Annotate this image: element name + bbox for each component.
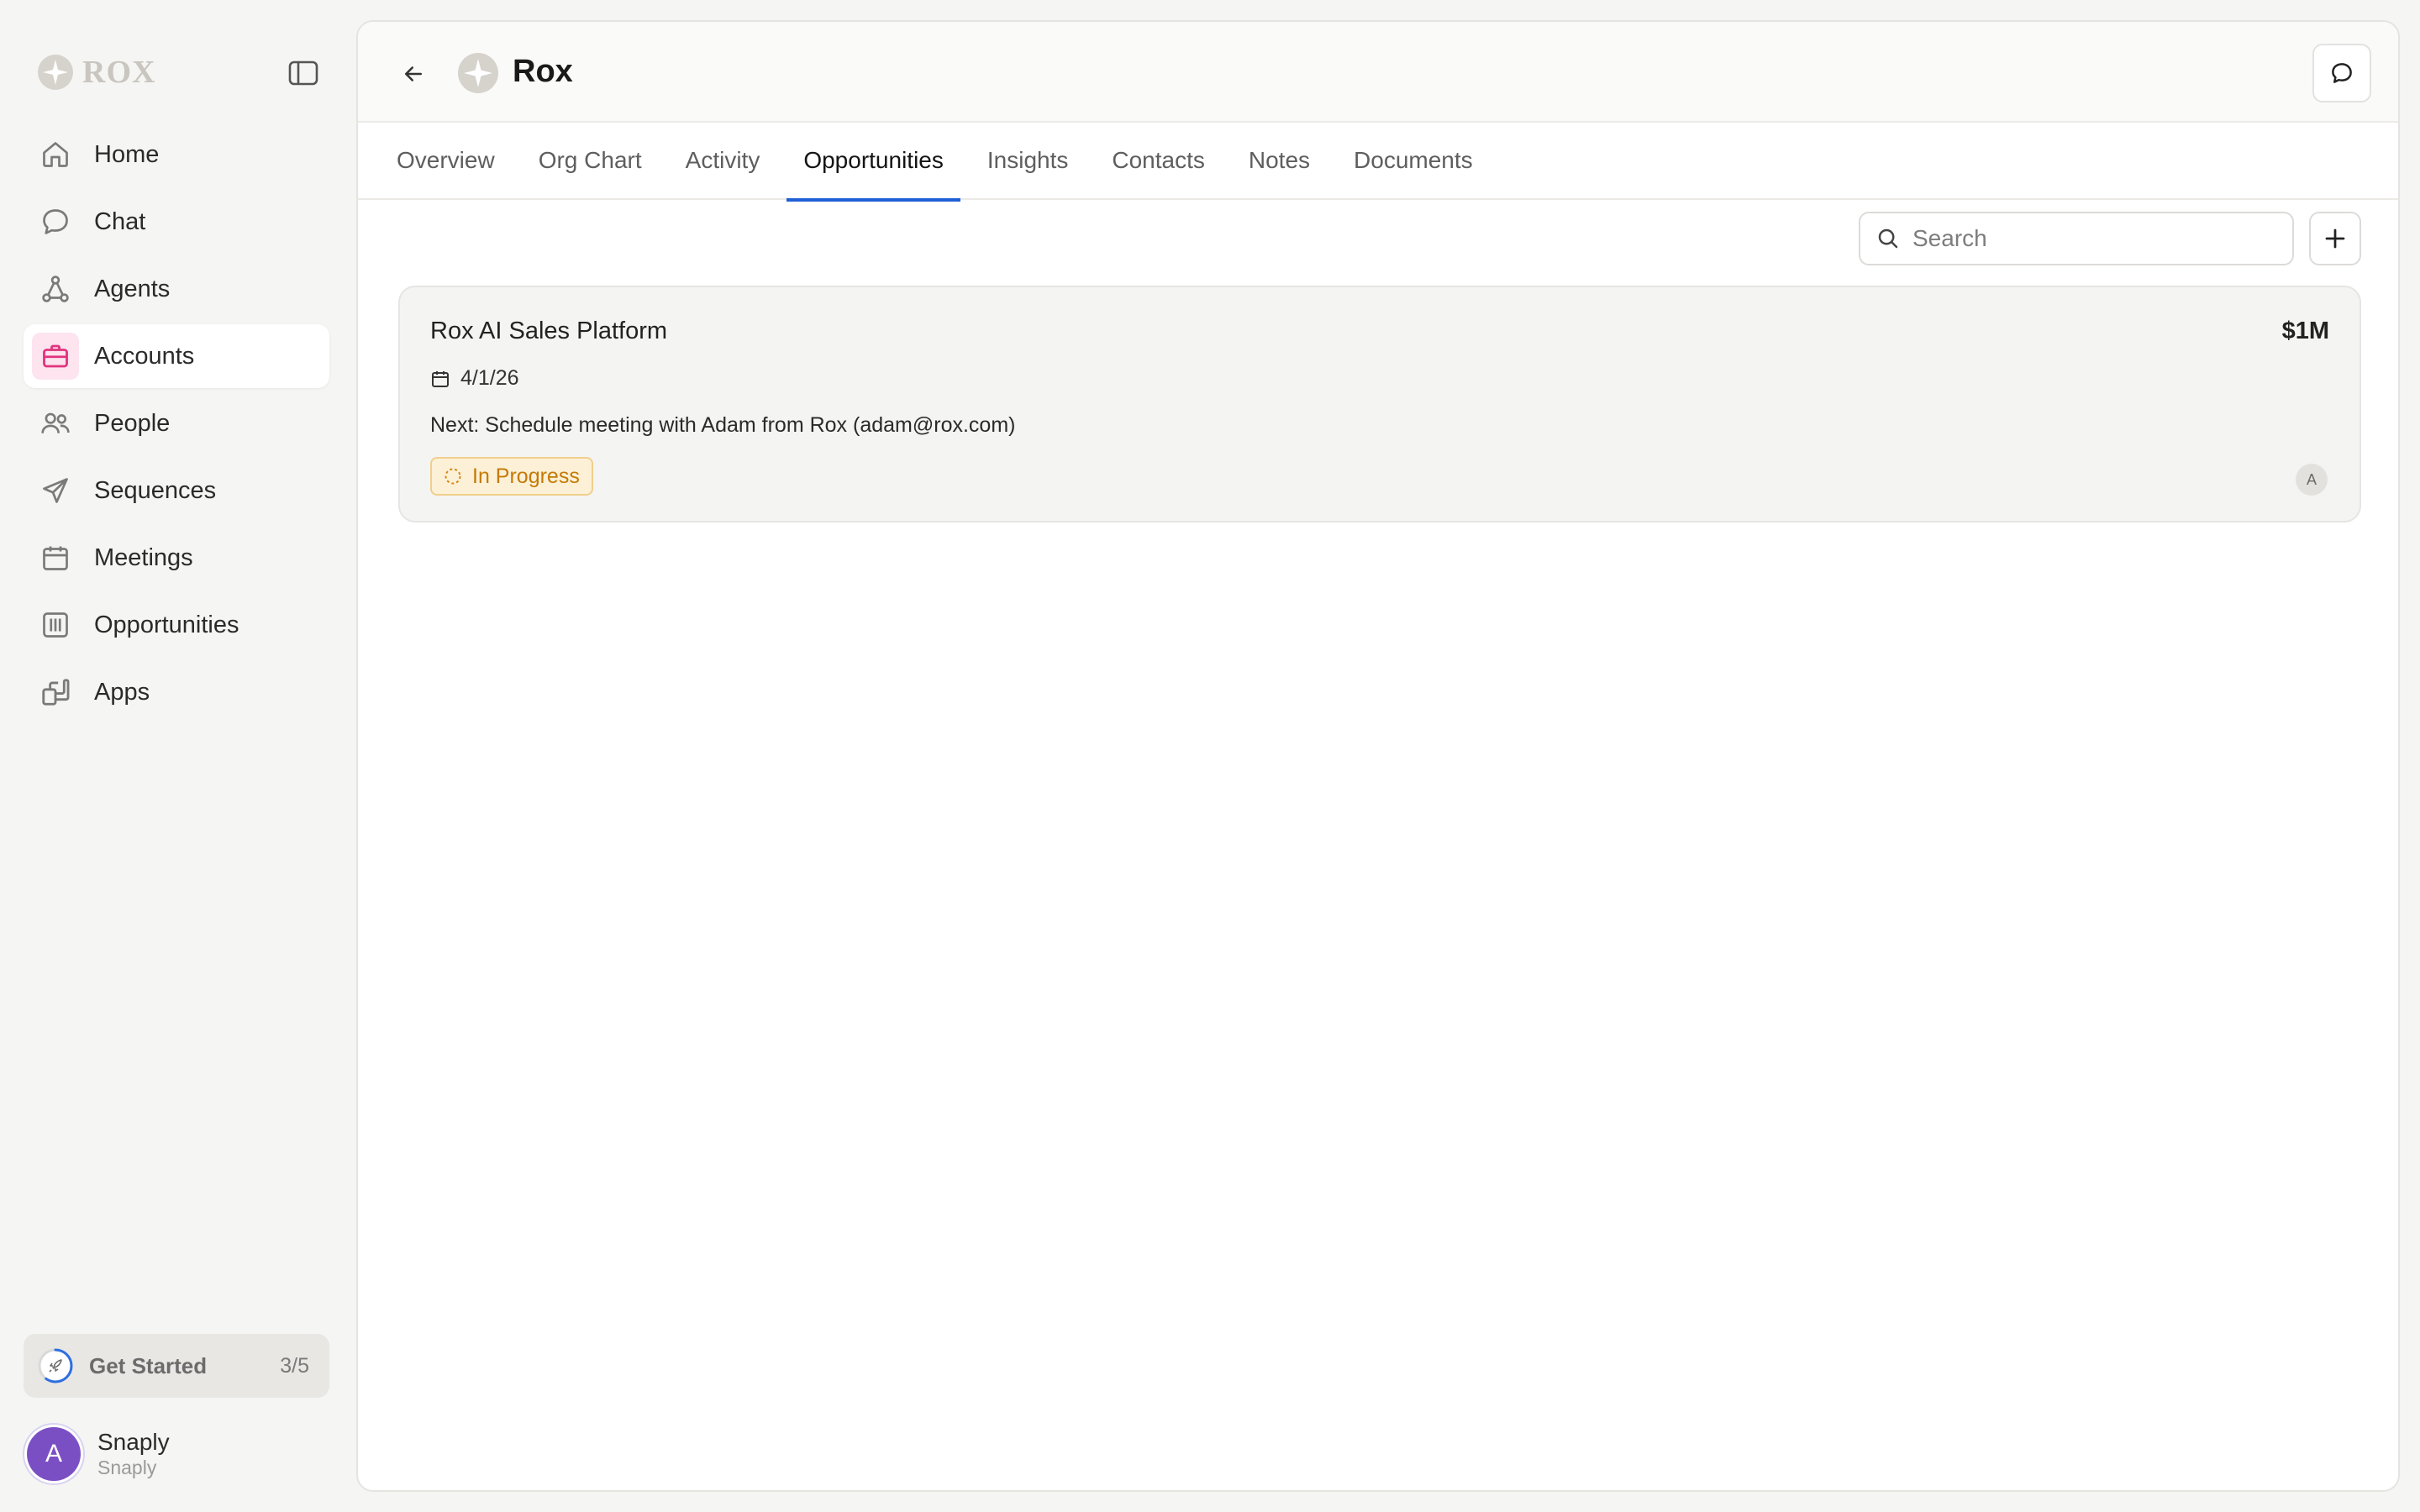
sidebar-item-label: Apps <box>94 678 150 706</box>
status-badge: In Progress <box>430 457 593 496</box>
sidebar-item-label: Chat <box>94 207 146 235</box>
tab-activity[interactable]: Activity <box>669 124 777 200</box>
sidebar-item-chat[interactable]: Chat <box>24 190 329 254</box>
opportunity-close-date: 4/1/26 <box>430 366 519 391</box>
search-box <box>1859 212 2294 265</box>
tab-insights[interactable]: Insights <box>971 124 1086 200</box>
brand[interactable]: ROX <box>37 54 155 91</box>
get-started-count: 3/5 <box>280 1353 309 1378</box>
tab-overview[interactable]: Overview <box>380 124 512 200</box>
sidebar-item-label: Meetings <box>94 543 193 571</box>
home-icon <box>37 136 74 173</box>
get-started-button[interactable]: Get Started 3/5 <box>24 1334 329 1398</box>
tab-opportunities[interactable]: Opportunities <box>786 124 960 202</box>
status-text: In Progress <box>472 464 580 488</box>
search-input[interactable] <box>1912 225 2265 252</box>
agents-network-icon <box>37 270 74 307</box>
sidebar-item-people[interactable]: People <box>24 391 329 455</box>
sidebar-toggle-icon <box>288 60 318 86</box>
paper-plane-icon <box>37 472 74 509</box>
tab-contacts[interactable]: Contacts <box>1095 124 1222 200</box>
opportunity-date-text: 4/1/26 <box>460 366 519 390</box>
sidebar-item-agents[interactable]: Agents <box>24 257 329 321</box>
calendar-icon <box>37 539 74 576</box>
account-header: Rox <box>358 22 2398 123</box>
sidebar-item-apps[interactable]: Apps <box>24 660 329 724</box>
tab-org-chart[interactable]: Org Chart <box>522 124 659 200</box>
chat-bubble-icon <box>2332 63 2352 83</box>
get-started-label: Get Started <box>89 1352 208 1378</box>
main-panel: Rox Overview Org Chart Activity Opportun… <box>356 20 2400 1492</box>
sidebar-item-label: Sequences <box>94 476 217 504</box>
opportunity-amount: $1M <box>2281 318 2329 344</box>
account-logo-icon <box>458 53 498 93</box>
opportunity-card[interactable]: Rox AI Sales Platform $1M 4/1/26 Next: S… <box>398 286 2361 522</box>
user-org: Snaply <box>97 1457 157 1478</box>
tab-documents[interactable]: Documents <box>1337 124 1490 200</box>
sidebar-nav: Home Chat Agents Accounts People Sequenc… <box>24 123 329 727</box>
owner-avatar[interactable]: A <box>2296 464 2328 496</box>
sidebar-item-label: Accounts <box>94 342 195 370</box>
search-icon <box>1878 228 1898 249</box>
sidebar-item-label: Agents <box>94 275 171 302</box>
calendar-icon <box>432 370 449 387</box>
sidebar-item-label: Opportunities <box>94 611 239 638</box>
in-progress-icon <box>445 468 461 485</box>
opportunity-next-step: Next: Schedule meeting with Adam from Ro… <box>430 413 1016 437</box>
arrow-left-icon <box>405 66 422 81</box>
sidebar-item-label: Home <box>94 140 160 168</box>
plus-icon <box>2325 228 2345 249</box>
sidebar-item-home[interactable]: Home <box>24 123 329 186</box>
open-chat-button[interactable] <box>2312 44 2371 102</box>
columns-icon <box>37 606 74 643</box>
brand-name: ROX <box>82 55 156 90</box>
people-icon <box>37 405 74 442</box>
sidebar: ROX Home Chat Agents Accounts People Seq… <box>0 0 351 1512</box>
opportunity-title: Rox AI Sales Platform <box>430 318 668 344</box>
add-opportunity-button[interactable] <box>2309 212 2361 265</box>
tab-notes[interactable]: Notes <box>1232 124 1327 200</box>
sidebar-item-sequences[interactable]: Sequences <box>24 459 329 522</box>
sidebar-item-meetings[interactable]: Meetings <box>24 526 329 590</box>
apps-icon <box>37 674 74 711</box>
user-profile[interactable]: A Snaply Snaply <box>27 1426 170 1482</box>
chat-bubble-icon <box>37 203 74 240</box>
briefcase-icon <box>32 333 79 380</box>
rocket-progress-icon <box>38 1348 73 1383</box>
page-title: Rox <box>513 54 573 89</box>
sidebar-toggle-button[interactable] <box>286 55 321 91</box>
back-button[interactable] <box>395 55 432 92</box>
avatar: A <box>27 1427 81 1481</box>
user-name: Snaply <box>97 1429 170 1455</box>
account-tabs: Overview Org Chart Activity Opportunitie… <box>358 124 2398 202</box>
rox-star-logo-icon <box>38 55 73 90</box>
sidebar-item-label: People <box>94 409 171 437</box>
sidebar-item-opportunities[interactable]: Opportunities <box>24 593 329 657</box>
sidebar-item-accounts[interactable]: Accounts <box>24 324 329 388</box>
